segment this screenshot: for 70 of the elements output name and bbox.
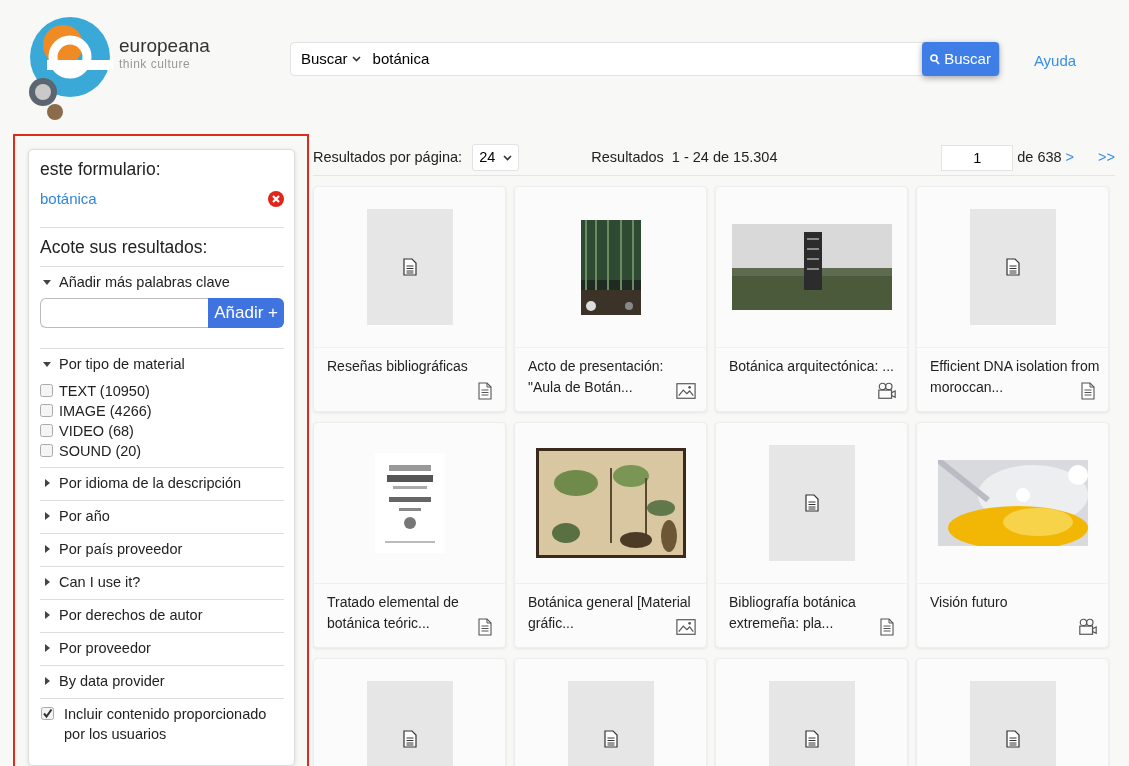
- document-icon: [603, 730, 618, 748]
- chevron-icon: [351, 56, 361, 62]
- option-label: SOUND (20): [59, 441, 142, 461]
- facet-label[interactable]: Por año: [59, 507, 110, 525]
- result-title[interactable]: Bibliografía botánica extremeña: pla...: [729, 592, 901, 634]
- document-icon: [402, 258, 417, 276]
- option-label: IMAGE (4266): [59, 401, 152, 421]
- result-card[interactable]: Botánica arquitectónica: ...: [715, 186, 908, 412]
- search-scope-dropdown[interactable]: Buscar: [290, 47, 371, 71]
- keyword-field[interactable]: [40, 297, 209, 328]
- result-card[interactable]: Efficient DNA isolation from moroccan...: [916, 186, 1109, 412]
- logo-name: europeana: [119, 36, 210, 55]
- results-range: 1 - 24 de 15.304: [671, 147, 778, 167]
- document-icon: [475, 617, 495, 637]
- search-term-link[interactable]: botánica: [40, 188, 97, 211]
- logo-tagline: think culture: [119, 56, 192, 73]
- checkbox[interactable]: [41, 706, 54, 720]
- checkbox[interactable]: [40, 384, 53, 397]
- video-camera-icon: [877, 381, 897, 401]
- per-page-label: Resultados por página:: [313, 147, 463, 167]
- chevron-icon: [503, 154, 513, 161]
- option-label: TEXT (10950): [59, 381, 150, 401]
- result-title[interactable]: Tratado elemental de botánica teóric...: [327, 592, 499, 634]
- checkbox[interactable]: [40, 404, 53, 417]
- user-content-label: Incluir contenido proporcionado por los usuarios: [64, 704, 268, 744]
- checkbox[interactable]: [40, 424, 53, 437]
- result-title[interactable]: Botánica general [Material gráfic...: [528, 592, 700, 634]
- result-card[interactable]: Tratado elemental de botánica teóric...: [313, 422, 506, 648]
- image-icon: [676, 617, 696, 637]
- results-label: Resultados: [590, 147, 664, 167]
- result-card[interactable]: Acto de presentación: "Aula de Botán...: [514, 186, 707, 412]
- document-icon: [877, 617, 897, 637]
- facet-label[interactable]: Por proveedor: [59, 639, 151, 657]
- search-field[interactable]: Buscar botánica Buscar: [289, 42, 1000, 76]
- facet-label[interactable]: Can I use it?: [59, 573, 141, 591]
- document-icon: [475, 381, 495, 401]
- result-card[interactable]: Visión futuro: [916, 422, 1109, 648]
- page-field[interactable]: 1: [941, 144, 1014, 171]
- result-title[interactable]: Efficient DNA isolation from moroccan...: [930, 356, 1102, 398]
- search-button[interactable]: Buscar: [922, 42, 999, 76]
- result-card[interactable]: Bibliografía botánica extremeña: pla...: [715, 422, 908, 648]
- facet-label[interactable]: By data provider: [59, 672, 165, 690]
- document-icon: [1005, 730, 1020, 748]
- add-button[interactable]: Añadir +: [208, 297, 284, 328]
- document-icon: [1078, 381, 1098, 401]
- result-title[interactable]: Reseñas bibliográficas: [327, 356, 499, 377]
- checkbox[interactable]: [40, 444, 53, 457]
- facet-label[interactable]: Por idioma de la descripción: [59, 474, 242, 492]
- document-icon: [402, 730, 417, 748]
- document-icon: [804, 494, 819, 512]
- page-total: de 638: [1017, 147, 1062, 167]
- search-icon: [930, 53, 941, 65]
- refine-heading: Acote sus resultados:: [40, 226, 284, 266]
- option-label: VIDEO (68): [59, 421, 134, 441]
- remove-icon[interactable]: [268, 191, 284, 208]
- facet-label[interactable]: Por tipo de material: [59, 355, 185, 373]
- result-card[interactable]: Reseñas bibliográficas: [313, 186, 506, 412]
- result-card[interactable]: Botánica general [Material gráfic...: [514, 422, 707, 648]
- image-icon: [676, 381, 696, 401]
- result-title[interactable]: Acto de presentación: "Aula de Botán...: [528, 356, 700, 398]
- document-icon: [1005, 258, 1020, 276]
- document-icon: [804, 730, 819, 748]
- result-title[interactable]: Visión futuro: [930, 592, 1102, 613]
- facet-label[interactable]: Por derechos de autor: [59, 606, 203, 624]
- per-page-dropdown[interactable]: 24: [472, 143, 520, 172]
- form-heading: este formulario:: [40, 158, 162, 180]
- facet-label[interactable]: Por país proveedor: [59, 540, 183, 558]
- video-camera-icon: [1078, 617, 1098, 637]
- facet-label[interactable]: Añadir más palabras clave: [59, 273, 230, 291]
- result-title[interactable]: Botánica arquitectónica: ...: [729, 356, 901, 377]
